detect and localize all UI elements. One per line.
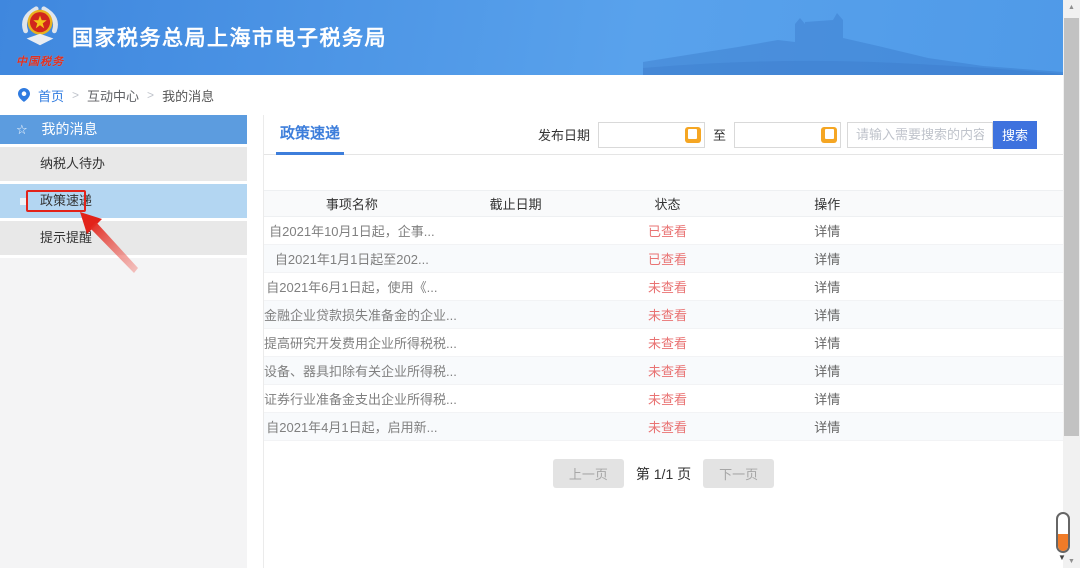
- sidebar-items: 纳税人待办政策速递提示提醒: [0, 144, 247, 255]
- sidebar-item-2[interactable]: 政策速递: [0, 184, 247, 218]
- autoscroll-down-arrow-icon: ▼: [1058, 553, 1066, 562]
- detail-link[interactable]: 详情: [743, 221, 911, 240]
- search-input[interactable]: [847, 122, 993, 148]
- sidebar-filler: [0, 258, 247, 568]
- breadcrumb-current: 我的消息: [162, 86, 214, 105]
- scrollbar-thumb[interactable]: [1064, 18, 1079, 436]
- table-row: 自2021年6月1日起，使用《... 未查看详情: [264, 273, 1063, 301]
- table-row: 设备、器具扣除有关企业所得税... 未查看详情: [264, 357, 1063, 385]
- status-badge: 未查看: [592, 361, 744, 380]
- status-badge: 未查看: [592, 305, 744, 324]
- item-name-cell: 设备、器具扣除有关企业所得税...: [264, 361, 440, 380]
- star-icon: ☆: [16, 122, 28, 137]
- detail-link[interactable]: 详情: [743, 277, 911, 296]
- tab-policy-express[interactable]: 政策速递: [276, 115, 344, 155]
- sidebar-section-my-messages[interactable]: ☆ 我的消息: [0, 115, 247, 144]
- app-header: 中国税务 国家税务总局上海市电子税务局: [0, 0, 1063, 75]
- table-body: 自2021年10月1日起，企事...已查看详情自2021年1月1日起至202..…: [264, 217, 1063, 441]
- scrollbar: ▲ ▼: [1063, 0, 1080, 568]
- table-row: 自2021年1月1日起至202... 已查看详情: [264, 245, 1063, 273]
- breadcrumb-home[interactable]: 首页: [38, 86, 64, 105]
- publish-date-label: 发布日期: [538, 125, 590, 144]
- body-area: ☆ 我的消息 纳税人待办政策速递提示提醒 政策速递 发布日期 至: [0, 115, 1063, 568]
- search-button[interactable]: 搜索: [993, 121, 1037, 149]
- sidebar-item-1[interactable]: 纳税人待办: [0, 147, 247, 181]
- filter-bar: 发布日期 至 搜索: [538, 121, 1037, 149]
- item-name-cell: 自2021年1月1日起至202...: [264, 249, 440, 268]
- page-info: 第 1/1 页: [636, 464, 691, 484]
- sidebar-item-label: 政策速递: [40, 193, 92, 208]
- page-title: 国家税务总局上海市电子税务局: [72, 22, 387, 52]
- date-to-label: 至: [713, 125, 726, 144]
- table-row: 自2021年10月1日起，企事... 已查看详情: [264, 217, 1063, 245]
- content-toolbar: 政策速递 发布日期 至 搜索: [264, 115, 1063, 155]
- column-header: 状态: [592, 194, 744, 213]
- item-name-cell: 提高研究开发费用企业所得税税...: [264, 333, 440, 352]
- scrollbar-up-arrow-icon[interactable]: ▲: [1063, 4, 1080, 11]
- item-name-cell: 自2021年4月1日起，启用新...: [264, 417, 440, 436]
- next-page-button[interactable]: 下一页: [703, 459, 774, 488]
- status-badge: 已查看: [592, 249, 744, 268]
- prev-page-button[interactable]: 上一页: [553, 459, 624, 488]
- tax-bureau-logo: 中国税务: [14, 4, 66, 69]
- tab-label: 政策速递: [280, 125, 340, 142]
- calendar-icon[interactable]: [821, 127, 837, 143]
- detail-link[interactable]: 详情: [743, 361, 911, 380]
- detail-link[interactable]: 详情: [743, 333, 911, 352]
- status-badge: 未查看: [592, 417, 744, 436]
- page: 中国税务 国家税务总局上海市电子税务局 首页 > 互动中心 > 我的消息 ☆ 我…: [0, 0, 1080, 568]
- detail-link[interactable]: 详情: [743, 417, 911, 436]
- item-name-cell: 证券行业准备金支出企业所得税...: [264, 389, 440, 408]
- location-pin-icon: [18, 88, 30, 102]
- breadcrumb-interaction-center[interactable]: 互动中心: [87, 86, 139, 105]
- logo-script-text: 中国税务: [14, 53, 66, 69]
- status-badge: 未查看: [592, 389, 744, 408]
- pagination: 上一页 第 1/1 页 下一页: [264, 459, 1063, 488]
- item-name-cell: 金融企业贷款损失准备金的企业...: [264, 305, 440, 324]
- item-name-cell: 自2021年6月1日起，使用《...: [264, 277, 440, 296]
- column-header: 截止日期: [440, 194, 592, 213]
- column-header: 事项名称: [264, 194, 440, 213]
- table-header-row: 事项名称截止日期状态操作: [264, 190, 1063, 217]
- status-badge: 已查看: [592, 221, 744, 240]
- breadcrumb: 首页 > 互动中心 > 我的消息: [0, 75, 1063, 115]
- date-from-field: [598, 122, 705, 148]
- date-to-field: [734, 122, 841, 148]
- breadcrumb-separator: >: [72, 88, 79, 102]
- table-row: 提高研究开发费用企业所得税税... 未查看详情: [264, 329, 1063, 357]
- table-row: 自2021年4月1日起，启用新... 未查看详情: [264, 413, 1063, 441]
- main-content: 政策速递 发布日期 至 搜索: [263, 115, 1063, 568]
- sidebar-item-3[interactable]: 提示提醒: [0, 221, 247, 255]
- detail-link[interactable]: 详情: [743, 305, 911, 324]
- detail-link[interactable]: 详情: [743, 249, 911, 268]
- table-row: 证券行业准备金支出企业所得税... 未查看详情: [264, 385, 1063, 413]
- sidebar-item-label: 纳税人待办: [40, 156, 105, 171]
- active-item-bullet: [20, 198, 27, 205]
- great-wall-decoration: [643, 0, 1063, 75]
- table-row: 金融企业贷款损失准备金的企业... 未查看详情: [264, 301, 1063, 329]
- national-emblem-icon: [16, 4, 64, 50]
- sidebar-item-label: 提示提醒: [40, 230, 92, 245]
- item-name-cell: 自2021年10月1日起，企事...: [264, 221, 440, 240]
- status-badge: 未查看: [592, 333, 744, 352]
- detail-link[interactable]: 详情: [743, 389, 911, 408]
- calendar-icon[interactable]: [685, 127, 701, 143]
- autoscroll-fill: [1058, 534, 1068, 551]
- autoscroll-indicator-icon: [1056, 512, 1070, 553]
- policy-table: 事项名称截止日期状态操作 自2021年10月1日起，企事...已查看详情自202…: [264, 190, 1063, 441]
- breadcrumb-separator: >: [147, 88, 154, 102]
- status-badge: 未查看: [592, 277, 744, 296]
- sidebar: ☆ 我的消息 纳税人待办政策速递提示提醒: [0, 115, 247, 568]
- column-header: 操作: [743, 194, 911, 213]
- sidebar-section-label: 我的消息: [42, 121, 98, 137]
